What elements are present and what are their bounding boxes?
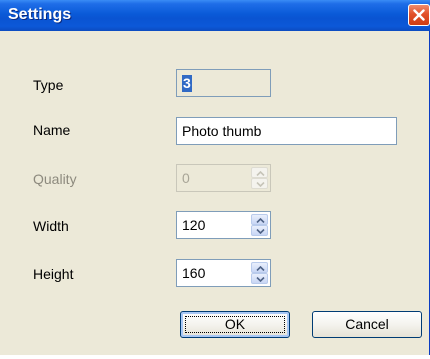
name-label: Name — [33, 122, 71, 138]
quality-increment-button — [251, 167, 268, 178]
quality-label: Quality — [33, 171, 77, 187]
chevron-down-icon — [256, 182, 265, 187]
chevron-up-icon — [256, 171, 265, 176]
close-button[interactable] — [408, 4, 430, 26]
ok-button-label: OK — [224, 316, 246, 332]
cancel-button-label: Cancel — [345, 316, 389, 332]
width-spinbox[interactable]: 120 — [176, 211, 271, 239]
chevron-down-icon — [256, 229, 265, 234]
height-spin-buttons — [251, 262, 268, 284]
quality-spinbox: 0 — [176, 164, 271, 192]
height-increment-button[interactable] — [251, 262, 268, 273]
close-icon — [413, 9, 425, 21]
quality-decrement-button — [251, 178, 268, 189]
width-decrement-button[interactable] — [251, 225, 268, 236]
chevron-up-icon — [256, 218, 265, 223]
ok-button[interactable]: OK — [180, 311, 290, 338]
title-bar[interactable]: Settings — [0, 0, 430, 31]
type-field[interactable]: 3 — [176, 69, 271, 97]
width-value: 120 — [182, 217, 206, 233]
height-label: Height — [33, 266, 74, 282]
width-increment-button[interactable] — [251, 214, 268, 225]
chevron-up-icon — [256, 266, 265, 271]
width-label: Width — [33, 218, 69, 234]
type-label: Type — [33, 77, 64, 93]
name-value: Photo thumb — [182, 123, 262, 139]
width-spin-buttons — [251, 214, 268, 236]
height-decrement-button[interactable] — [251, 273, 268, 284]
type-value: 3 — [182, 75, 192, 92]
settings-dialog: Settings Type 3 Name Photo thumb Quality… — [0, 0, 430, 355]
dialog-title: Settings — [8, 6, 72, 23]
chevron-down-icon — [256, 277, 265, 282]
name-field[interactable]: Photo thumb — [176, 117, 397, 145]
height-spinbox[interactable]: 160 — [176, 259, 271, 287]
height-value: 160 — [182, 265, 206, 281]
quality-value: 0 — [182, 170, 190, 186]
cancel-button[interactable]: Cancel — [312, 311, 422, 338]
quality-spin-buttons — [251, 167, 268, 189]
